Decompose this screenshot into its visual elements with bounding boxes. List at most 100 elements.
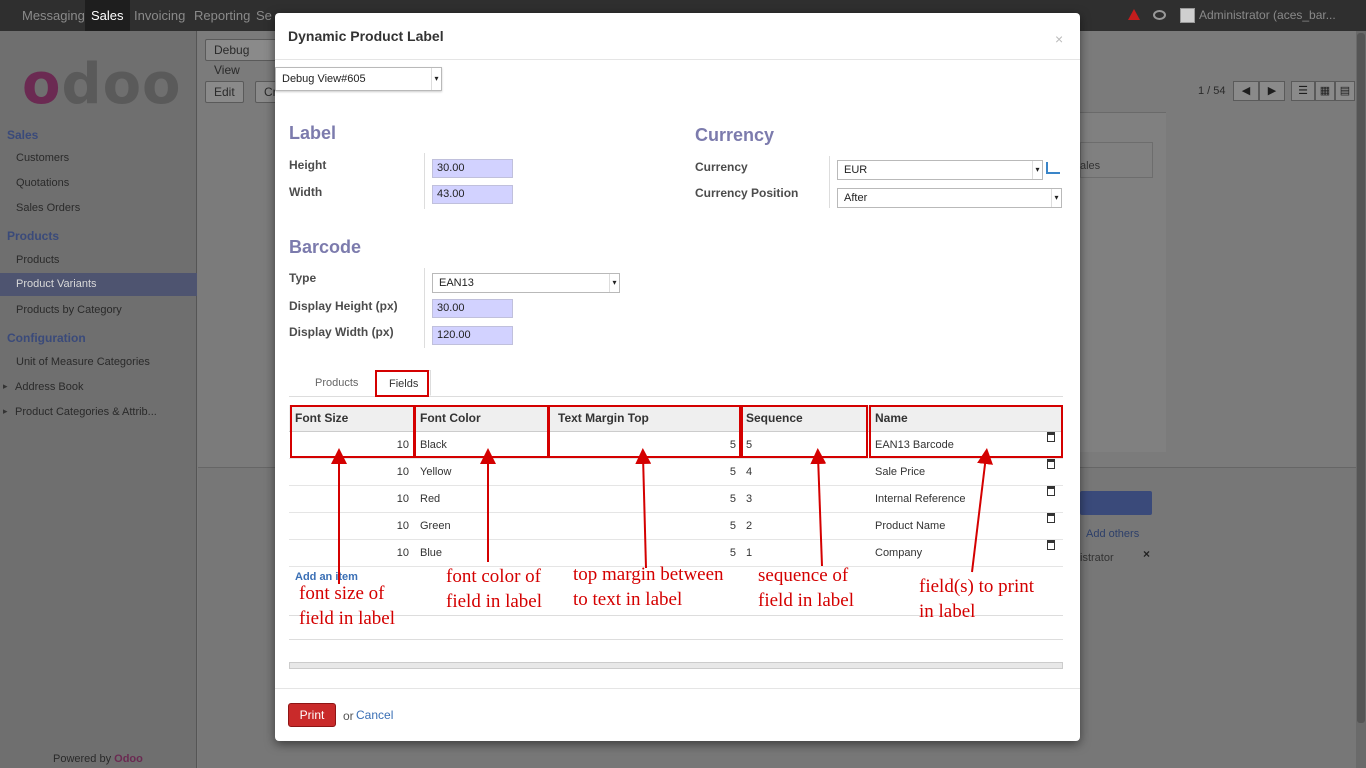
currency-section-title: Currency bbox=[695, 125, 775, 145]
menu-settings[interactable]: Se bbox=[256, 0, 272, 31]
warning-icon[interactable] bbox=[1128, 9, 1140, 20]
currency-label: Currency bbox=[695, 160, 748, 174]
cell-sequence: 3 bbox=[746, 493, 753, 505]
menu-invoicing[interactable]: Invoicing bbox=[134, 0, 185, 31]
add-others-link[interactable]: Add others bbox=[1086, 528, 1139, 540]
user-menu[interactable]: Administrator (aces_bar... bbox=[1199, 0, 1336, 31]
table-divider bbox=[289, 639, 1063, 640]
trash-icon[interactable] bbox=[1047, 486, 1055, 496]
avatar[interactable] bbox=[1180, 8, 1195, 23]
form-view-icon[interactable]: ▤ bbox=[1335, 81, 1355, 101]
cell-margin-top: 5 bbox=[729, 466, 736, 478]
width-label: Width bbox=[289, 185, 323, 199]
sidebar-item-products-by-category[interactable]: Products by Category bbox=[16, 304, 122, 316]
sidebar-item-quotations[interactable]: Quotations bbox=[16, 177, 69, 189]
scrollbar-thumb[interactable] bbox=[1357, 33, 1365, 723]
currency-divider bbox=[829, 156, 830, 208]
log-button-background[interactable] bbox=[1080, 491, 1152, 515]
currency-position-label: Currency Position bbox=[695, 186, 799, 200]
cell-font-color: Blue bbox=[420, 547, 443, 559]
currency-select[interactable]: EUR ▾ bbox=[837, 160, 1043, 180]
chevron-down-icon: ▾ bbox=[431, 68, 441, 90]
debug-view-value: Debug View#605 bbox=[282, 73, 366, 85]
dialog-title: Dynamic Product Label bbox=[288, 28, 444, 44]
sidebar-item-sales-orders[interactable]: Sales Orders bbox=[16, 202, 80, 214]
barcode-section-title: Barcode bbox=[289, 237, 362, 257]
cell-name: Sale Price bbox=[875, 466, 926, 478]
barcode-divider bbox=[424, 268, 425, 348]
annotation-fields: field(s) to print in label bbox=[919, 576, 1035, 622]
trash-icon[interactable] bbox=[1047, 540, 1055, 550]
currency-position-select[interactable]: After ▾ bbox=[837, 188, 1062, 208]
cell-font-size: 10 bbox=[396, 493, 409, 505]
sidebar-item-address-book[interactable]: Address Book bbox=[3, 381, 84, 393]
annotation-font-size: font size of field in label bbox=[299, 583, 396, 629]
sidebar-item-uom-categories[interactable]: Unit of Measure Categories bbox=[16, 356, 150, 368]
highlight-sequence-column bbox=[741, 405, 868, 458]
debug-view-select[interactable]: Debug View#605 ▾ bbox=[275, 67, 442, 91]
label-divider bbox=[424, 153, 425, 209]
trash-icon[interactable] bbox=[1047, 459, 1055, 469]
odoo-logo[interactable]: odoo bbox=[22, 52, 182, 117]
height-field[interactable]: 30.00 bbox=[432, 159, 513, 178]
print-button[interactable]: Print bbox=[288, 703, 336, 727]
or-text: or bbox=[343, 709, 354, 723]
cell-sequence: 1 bbox=[746, 547, 753, 559]
barcode-type-select[interactable]: EAN13 ▾ bbox=[432, 273, 620, 293]
highlight-font-size-column bbox=[290, 405, 415, 458]
chat-icon[interactable] bbox=[1153, 10, 1166, 20]
menu-reporting[interactable]: Reporting bbox=[194, 0, 250, 31]
currency-position-value: After bbox=[844, 192, 868, 204]
cell-font-color: Green bbox=[420, 520, 451, 532]
display-width-field[interactable]: 120.00 bbox=[432, 326, 513, 345]
cell-margin-top: 5 bbox=[729, 520, 736, 532]
list-view-icon[interactable]: ☰ bbox=[1291, 81, 1315, 101]
powered-by-brand[interactable]: Odoo bbox=[114, 753, 143, 765]
external-link-icon[interactable] bbox=[1046, 162, 1060, 174]
dialog-header-divider bbox=[275, 59, 1080, 60]
powered-by: Powered by Odoo bbox=[53, 753, 143, 765]
prev-record-icon[interactable]: ◀ bbox=[1233, 81, 1259, 101]
cell-font-size: 10 bbox=[396, 520, 409, 532]
trash-icon[interactable] bbox=[1047, 513, 1055, 523]
next-record-icon[interactable]: ▶ bbox=[1259, 81, 1285, 101]
debug-view-bg[interactable]: Debug View bbox=[205, 39, 285, 77]
table-row[interactable]: 10 Red 5 3 Internal Reference bbox=[289, 486, 1063, 513]
cell-font-size: 10 bbox=[396, 466, 409, 478]
close-icon[interactable]: × bbox=[1055, 31, 1063, 47]
sales-fragment: ales bbox=[1080, 160, 1101, 172]
follower-name: istrator bbox=[1080, 552, 1114, 564]
sidebar-item-products[interactable]: Products bbox=[16, 254, 59, 266]
menu-messaging[interactable]: Messaging bbox=[22, 0, 85, 31]
remove-follower-icon[interactable]: × bbox=[1143, 547, 1150, 561]
menu-sales[interactable]: Sales bbox=[85, 0, 130, 31]
chevron-down-icon: ▾ bbox=[1051, 189, 1061, 207]
cell-font-size: 10 bbox=[396, 547, 409, 559]
edit-button[interactable]: Edit bbox=[205, 81, 244, 103]
display-width-label: Display Width (px) bbox=[289, 325, 394, 339]
display-height-field[interactable]: 30.00 bbox=[432, 299, 513, 318]
dialog-footer-divider bbox=[275, 688, 1080, 689]
highlight-fields-tab bbox=[375, 370, 429, 397]
highlight-name-column bbox=[869, 405, 1063, 458]
width-field[interactable]: 43.00 bbox=[432, 185, 513, 204]
annotation-margin: top margin between to text in label bbox=[573, 564, 724, 610]
table-row[interactable]: 10 Yellow 5 4 Sale Price bbox=[289, 459, 1063, 486]
label-section-title: Label bbox=[289, 123, 337, 143]
table-row[interactable]: 10 Green 5 2 Product Name bbox=[289, 513, 1063, 540]
sidebar-item-customers[interactable]: Customers bbox=[16, 152, 69, 164]
kanban-view-icon[interactable]: ▦ bbox=[1315, 81, 1335, 101]
cancel-link[interactable]: Cancel bbox=[356, 708, 393, 722]
sidebar-item-product-variants[interactable]: Product Variants bbox=[0, 273, 197, 296]
annotation-sequence: sequence of field in label bbox=[758, 565, 855, 611]
sidebar-section-products: Products bbox=[7, 229, 60, 243]
cell-name: Internal Reference bbox=[875, 493, 966, 505]
barcode-type-value: EAN13 bbox=[439, 277, 474, 289]
cell-sequence: 2 bbox=[746, 520, 753, 532]
tab-products[interactable]: Products bbox=[303, 370, 370, 396]
sidebar-item-product-categories[interactable]: Product Categories & Attrib... bbox=[3, 406, 157, 418]
cell-name: Product Name bbox=[875, 520, 946, 532]
cell-margin-top: 5 bbox=[729, 493, 736, 505]
display-height-label: Display Height (px) bbox=[289, 299, 398, 313]
highlight-margin-column bbox=[548, 405, 741, 458]
